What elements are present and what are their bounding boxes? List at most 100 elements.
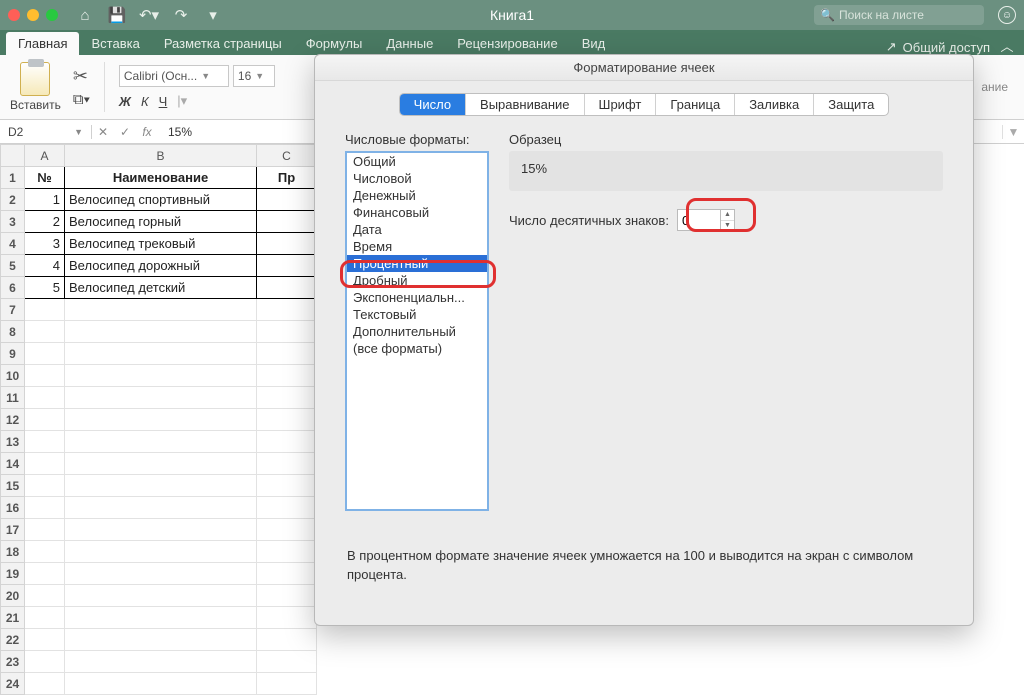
format-item[interactable]: Общий xyxy=(347,153,487,170)
col-header[interactable]: B xyxy=(65,145,257,167)
dlg-tab-font[interactable]: Шрифт xyxy=(585,94,657,115)
row-header[interactable]: 7 xyxy=(1,299,25,321)
dlg-tab-protect[interactable]: Защита xyxy=(814,94,888,115)
cell[interactable] xyxy=(257,211,317,233)
bold-button[interactable]: Ж xyxy=(119,94,131,109)
row-header[interactable]: 19 xyxy=(1,563,25,585)
feedback-icon[interactable]: ☺ xyxy=(998,6,1016,24)
row-header[interactable]: 1 xyxy=(1,167,25,189)
cell[interactable] xyxy=(257,255,317,277)
row-header[interactable]: 15 xyxy=(1,475,25,497)
header-pr[interactable]: Пр xyxy=(257,167,317,189)
expand-formula-bar[interactable]: ▼ xyxy=(1002,125,1024,139)
italic-button[interactable]: К xyxy=(141,94,149,109)
row-header[interactable]: 21 xyxy=(1,607,25,629)
row-header[interactable]: 24 xyxy=(1,673,25,695)
cell-num[interactable]: 1 xyxy=(25,189,65,211)
format-item[interactable]: Денежный xyxy=(347,187,487,204)
cell-name[interactable]: Велосипед горный xyxy=(65,211,257,233)
underline-button[interactable]: Ч xyxy=(159,94,168,109)
row-header[interactable]: 9 xyxy=(1,343,25,365)
cell-num[interactable]: 5 xyxy=(25,277,65,299)
row-header[interactable]: 8 xyxy=(1,321,25,343)
cell-name[interactable]: Велосипед спортивный xyxy=(65,189,257,211)
row-header[interactable]: 12 xyxy=(1,409,25,431)
undo-icon[interactable]: ↶▾ xyxy=(140,6,158,24)
cell[interactable] xyxy=(257,189,317,211)
format-item[interactable]: Дробный xyxy=(347,272,487,289)
row-header[interactable]: 14 xyxy=(1,453,25,475)
tab-data[interactable]: Данные xyxy=(374,32,445,55)
tab-view[interactable]: Вид xyxy=(570,32,618,55)
row-header[interactable]: 2 xyxy=(1,189,25,211)
cut-icon[interactable]: ✂ xyxy=(73,66,90,87)
redo-icon[interactable]: ↷ xyxy=(172,6,190,24)
row-header[interactable]: 6 xyxy=(1,277,25,299)
minimize-window[interactable] xyxy=(27,9,39,21)
cell-name[interactable]: Велосипед трековый xyxy=(65,233,257,255)
tab-insert[interactable]: Вставка xyxy=(79,32,151,55)
row-header[interactable]: 11 xyxy=(1,387,25,409)
row-header[interactable]: 17 xyxy=(1,519,25,541)
accept-formula-icon[interactable]: ✓ xyxy=(114,125,136,139)
col-header[interactable]: A xyxy=(25,145,65,167)
row-header[interactable]: 13 xyxy=(1,431,25,453)
name-box[interactable]: D2 ▼ xyxy=(0,125,92,139)
spin-up-icon[interactable]: ▲ xyxy=(721,210,734,221)
dlg-tab-number[interactable]: Число xyxy=(400,94,466,115)
row-header[interactable]: 4 xyxy=(1,233,25,255)
tab-home[interactable]: Главная xyxy=(6,32,79,55)
cell-num[interactable]: 3 xyxy=(25,233,65,255)
format-item[interactable]: Дата xyxy=(347,221,487,238)
fx-icon[interactable]: fx xyxy=(136,125,158,139)
format-item[interactable]: Экспоненциальн... xyxy=(347,289,487,306)
dlg-tab-border[interactable]: Граница xyxy=(656,94,735,115)
row-header[interactable]: 20 xyxy=(1,585,25,607)
row-header[interactable]: 5 xyxy=(1,255,25,277)
header-name[interactable]: Наименование xyxy=(65,167,257,189)
decimals-spinner[interactable]: ▲ ▼ xyxy=(677,209,735,231)
row-header[interactable]: 10 xyxy=(1,365,25,387)
paste-button[interactable]: Вставить xyxy=(10,62,61,112)
cell[interactable] xyxy=(257,233,317,255)
tab-review[interactable]: Рецензирование xyxy=(445,32,569,55)
close-window[interactable] xyxy=(8,9,20,21)
format-item[interactable]: Время xyxy=(347,238,487,255)
dlg-tab-fill[interactable]: Заливка xyxy=(735,94,814,115)
number-formats-list[interactable]: ОбщийЧисловойДенежныйФинансовыйДатаВремя… xyxy=(345,151,489,511)
tab-layout[interactable]: Разметка страницы xyxy=(152,32,294,55)
col-header[interactable]: C xyxy=(257,145,317,167)
format-item[interactable]: (все форматы) xyxy=(347,340,487,357)
collapse-ribbon-icon[interactable]: ︿ xyxy=(996,36,1018,55)
format-item[interactable]: Финансовый xyxy=(347,204,487,221)
font-size-combo[interactable]: 16▼ xyxy=(233,65,275,87)
tab-formulas[interactable]: Формулы xyxy=(294,32,375,55)
row-header[interactable]: 22 xyxy=(1,629,25,651)
format-item[interactable]: Дополнительный xyxy=(347,323,487,340)
spin-down-icon[interactable]: ▼ xyxy=(721,221,734,231)
dlg-tab-align[interactable]: Выравнивание xyxy=(466,94,584,115)
save-icon[interactable]: 💾 xyxy=(108,6,126,24)
format-item[interactable]: Процентный xyxy=(347,255,487,272)
home-icon[interactable]: ⌂ xyxy=(76,6,94,24)
row-header[interactable]: 3 xyxy=(1,211,25,233)
font-name-combo[interactable]: Calibri (Осн...▼ xyxy=(119,65,229,87)
cancel-formula-icon[interactable]: ✕ xyxy=(92,125,114,139)
format-item[interactable]: Числовой xyxy=(347,170,487,187)
row-header[interactable]: 16 xyxy=(1,497,25,519)
sheet-search[interactable]: 🔍 Поиск на листе xyxy=(814,5,984,25)
cell-num[interactable]: 4 xyxy=(25,255,65,277)
copy-icon[interactable]: ⧉▾ xyxy=(73,91,90,108)
zoom-window[interactable] xyxy=(46,9,58,21)
cell-name[interactable]: Велосипед детский xyxy=(65,277,257,299)
row-header[interactable]: 23 xyxy=(1,651,25,673)
share-button[interactable]: ↗ Общий доступ xyxy=(880,39,996,55)
cell-num[interactable]: 2 xyxy=(25,211,65,233)
header-num[interactable]: № xyxy=(25,167,65,189)
qat-customize-icon[interactable]: ▾ xyxy=(204,6,222,24)
decimals-input[interactable] xyxy=(677,209,721,231)
cell-name[interactable]: Велосипед дорожный xyxy=(65,255,257,277)
row-header[interactable]: 18 xyxy=(1,541,25,563)
format-item[interactable]: Текстовый xyxy=(347,306,487,323)
cell[interactable] xyxy=(257,277,317,299)
